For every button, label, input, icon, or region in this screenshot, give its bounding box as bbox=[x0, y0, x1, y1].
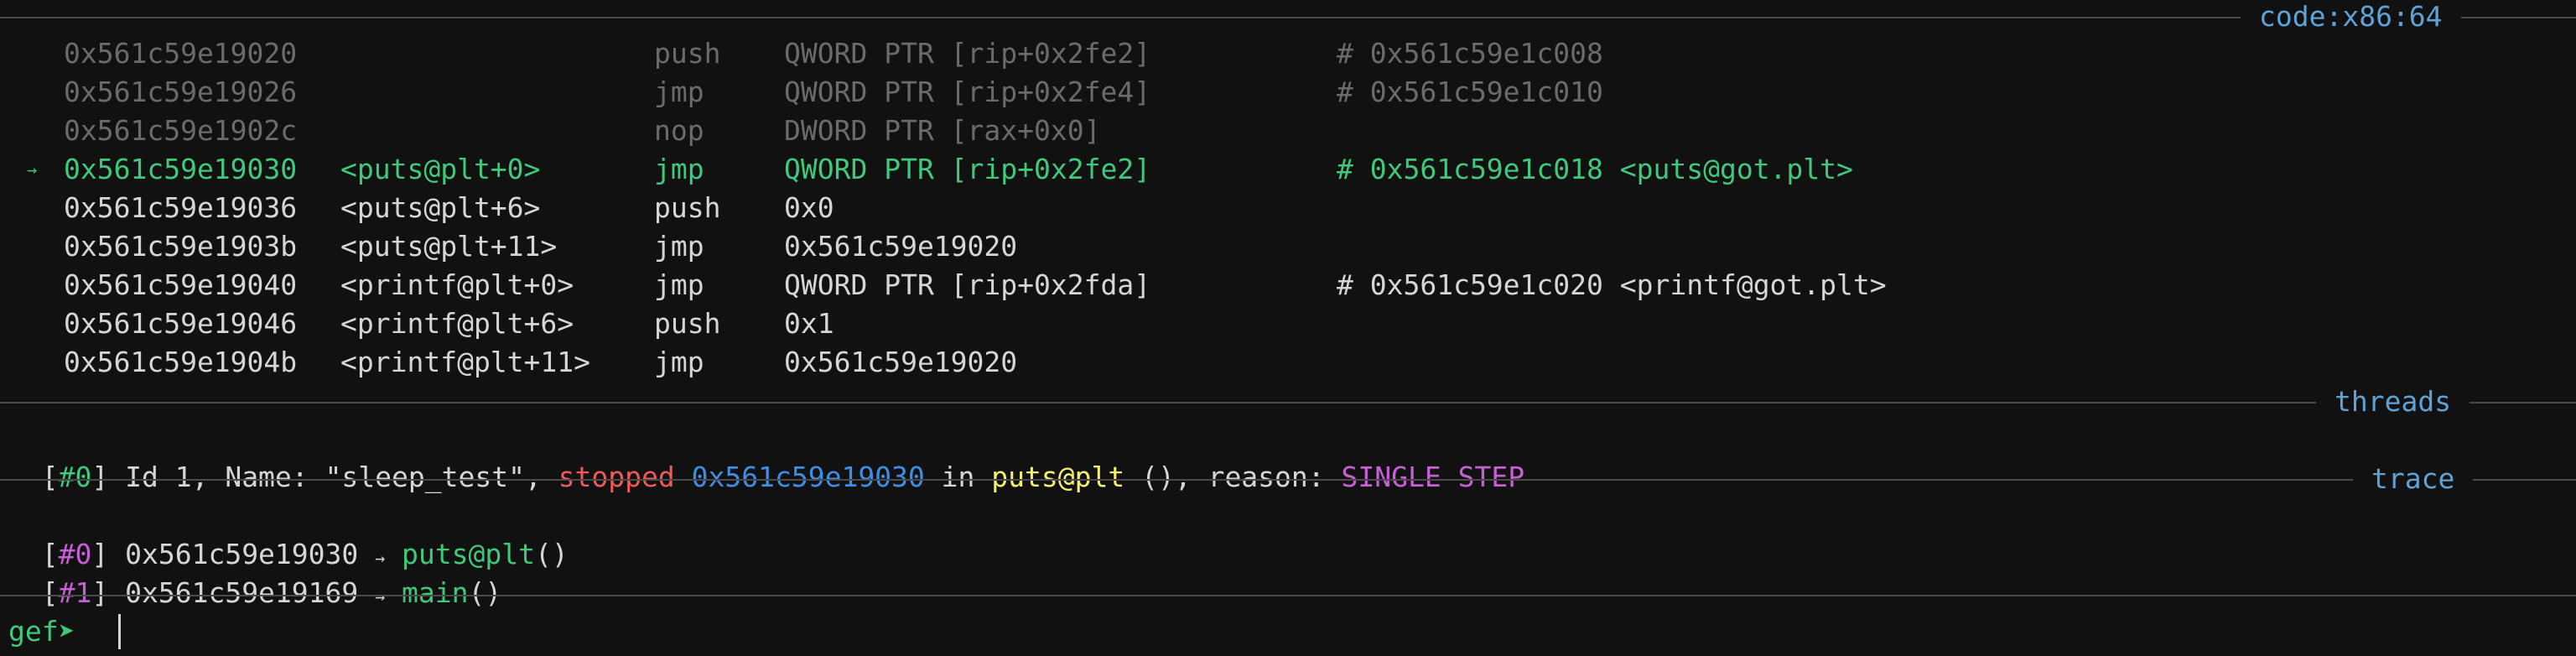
trace-frame: [#1] 0x561c59e19169 → main() bbox=[8, 535, 502, 609]
instruction-operands: 0x561c59e19020 bbox=[784, 230, 1018, 263]
threads-separator bbox=[0, 402, 2576, 403]
instruction-operands: QWORD PTR [rip+0x2fe4] bbox=[784, 75, 1151, 108]
instruction-symbol: <printf@plt+6> bbox=[340, 307, 574, 340]
thread-bracket-close: ] bbox=[91, 461, 109, 493]
trace-frame-parens: () bbox=[535, 538, 569, 570]
instruction-row: 0x561c59e19036 <puts@plt+6> push 0x0 bbox=[0, 189, 2576, 227]
command-input-cursor[interactable] bbox=[118, 614, 121, 649]
trace-frame: [#0] 0x561c59e19030 → puts@plt() bbox=[8, 497, 569, 570]
instruction-symbol: <puts@plt+11> bbox=[340, 230, 558, 263]
instruction-operands: 0x0 bbox=[784, 191, 834, 224]
thread-line: [#0] Id 1, Name: "sleep_test", stopped 0… bbox=[8, 419, 1524, 493]
instruction-symbol: <printf@plt+0> bbox=[340, 268, 574, 301]
instruction-comment: # 0x561c59e1c018 <puts@got.plt> bbox=[1337, 153, 1853, 185]
instruction-row: 0x561c59e19026 jmp QWORD PTR [rip+0x2fe4] #… bbox=[0, 73, 2576, 112]
instruction-address: 0x561c59e1903b bbox=[64, 230, 298, 263]
thread-function: puts@plt bbox=[991, 461, 1125, 493]
code-section-label: code:x86:64 bbox=[2241, 1, 2461, 33]
instruction-address: 0x561c59e19026 bbox=[64, 75, 298, 108]
trace-frame-function: main bbox=[385, 576, 469, 609]
instruction-address: 0x561c59e19040 bbox=[64, 268, 298, 301]
instruction-mnemonic: push bbox=[654, 37, 721, 70]
instruction-mnemonic: jmp bbox=[654, 75, 704, 108]
current-pc-arrow-icon: → bbox=[27, 159, 38, 180]
instruction-operands: QWORD PTR [rip+0x2fe2] bbox=[784, 153, 1151, 185]
thread-reason: SINGLE STEP bbox=[1341, 461, 1525, 493]
instruction-mnemonic: jmp bbox=[654, 346, 704, 378]
code-separator bbox=[0, 17, 2576, 18]
instruction-operands: DWORD PTR [rax+0x0] bbox=[784, 114, 1101, 147]
thread-id-name: Id 1, Name: "sleep_test", bbox=[108, 461, 558, 493]
instruction-comment: # 0x561c59e1c020 <printf@got.plt> bbox=[1337, 268, 1887, 301]
trace-frame-parens: () bbox=[468, 576, 502, 609]
instruction-row: 0x561c59e1904b <printf@plt+11> jmp 0x561c59… bbox=[0, 343, 2576, 382]
thread-address: 0x561c59e19030 bbox=[691, 461, 925, 493]
instruction-mnemonic: push bbox=[654, 307, 721, 340]
instruction-symbol: <printf@plt+11> bbox=[340, 346, 591, 378]
thread-index: #0 bbox=[58, 461, 92, 493]
instruction-symbol: <puts@plt+6> bbox=[340, 191, 541, 224]
trace-frame-address: 0x561c59e19169 bbox=[108, 576, 376, 609]
instruction-operands: 0x561c59e19020 bbox=[784, 346, 1018, 378]
instruction-address: 0x561c59e19030 bbox=[64, 153, 298, 185]
trace-frame-index: #1 bbox=[58, 576, 92, 609]
thread-bracket-open: [ bbox=[41, 461, 59, 493]
prompt-separator bbox=[0, 595, 2576, 596]
trace-arrow-icon: → bbox=[375, 586, 386, 607]
thread-reason-text: (), reason: bbox=[1124, 461, 1342, 493]
instruction-row: 0x561c59e19046 <printf@plt+6> push 0x1 bbox=[0, 305, 2576, 343]
instruction-row: 0x561c59e1903b <puts@plt+11> jmp 0x561c59e1… bbox=[0, 227, 2576, 266]
instruction-operands: 0x1 bbox=[784, 307, 834, 340]
instruction-address: 0x561c59e19020 bbox=[64, 37, 298, 70]
threads-section-label: threads bbox=[2316, 386, 2470, 418]
instruction-mnemonic: jmp bbox=[654, 268, 704, 301]
instruction-comment: # 0x561c59e1c010 bbox=[1337, 75, 1603, 108]
instruction-address: 0x561c59e19036 bbox=[64, 191, 298, 224]
thread-state: stopped bbox=[558, 461, 675, 493]
instruction-mnemonic: nop bbox=[654, 114, 704, 147]
trace-bracket-close: ] bbox=[91, 576, 109, 609]
instruction-comment: # 0x561c59e1c008 bbox=[1337, 37, 1603, 70]
instruction-address: 0x561c59e1904b bbox=[64, 346, 298, 378]
current-instruction-row: → 0x561c59e19030 <puts@plt+0> jmp QWORD PTR … bbox=[0, 150, 2576, 189]
instruction-address: 0x561c59e19046 bbox=[64, 307, 298, 340]
trace-section-label: trace bbox=[2353, 463, 2474, 495]
instruction-mnemonic: jmp bbox=[654, 230, 704, 263]
instruction-operands: QWORD PTR [rip+0x2fe2] bbox=[784, 37, 1151, 70]
instruction-row: 0x561c59e19020 push QWORD PTR [rip+0x2fe2]… bbox=[0, 34, 2576, 73]
instruction-row: 0x561c59e19040 <printf@plt+0> jmp QWORD PTR… bbox=[0, 266, 2576, 305]
instruction-symbol: <puts@plt+0> bbox=[340, 153, 541, 185]
instruction-row: 0x561c59e1902c nop DWORD PTR [rax+0x0] bbox=[0, 112, 2576, 150]
instruction-mnemonic: push bbox=[654, 191, 721, 224]
thread-in-text: in bbox=[924, 461, 992, 493]
instruction-operands: QWORD PTR [rip+0x2fda] bbox=[784, 268, 1151, 301]
instruction-address: 0x561c59e1902c bbox=[64, 114, 298, 147]
trace-separator bbox=[0, 479, 2576, 481]
trace-bracket-open: [ bbox=[41, 576, 59, 609]
gef-prompt: gef➤ bbox=[8, 615, 75, 648]
instruction-mnemonic: jmp bbox=[654, 153, 704, 185]
